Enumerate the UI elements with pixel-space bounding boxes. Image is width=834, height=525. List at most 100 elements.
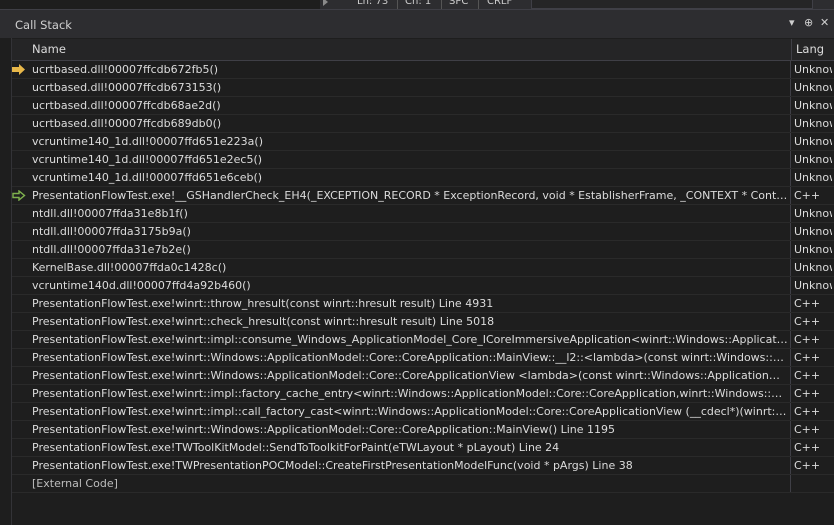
frame-name: PresentationFlowTest.exe!TWPresentationP… xyxy=(32,459,633,472)
row-gutter xyxy=(12,421,30,438)
scroll-right-icon[interactable] xyxy=(323,0,328,6)
frame-language: C++ xyxy=(794,423,821,436)
row-gutter xyxy=(12,205,30,222)
frame-name: PresentationFlowTest.exe!__GSHandlerChec… xyxy=(32,189,788,202)
return-frame-arrow-icon xyxy=(12,190,26,201)
line-ending-indicator[interactable]: CRLF xyxy=(482,0,517,8)
frame-name: vcruntime140_1d.dll!00007ffd651e223a() xyxy=(32,135,263,148)
frame-language: C++ xyxy=(794,297,821,310)
frame-name: ntdll.dll!00007ffda3175b9a() xyxy=(32,225,191,238)
cell-divider xyxy=(790,331,791,348)
row-gutter xyxy=(12,313,30,330)
row-gutter xyxy=(12,439,30,456)
call-stack-row[interactable]: ucrtbased.dll!00007ffcdb689db0() Unknown xyxy=(12,115,834,133)
line-indicator[interactable]: Ln: 73 xyxy=(352,0,393,8)
frame-name: PresentationFlowTest.exe!winrt::check_hr… xyxy=(32,315,495,328)
frame-name: ntdll.dll!00007ffda31e7b2e() xyxy=(32,243,191,256)
status-separator xyxy=(441,0,442,9)
call-stack-row[interactable]: vcruntime140_1d.dll!00007ffd651e223a() Un… xyxy=(12,133,834,151)
call-stack-row[interactable]: PresentationFlowTest.exe!winrt::impl::ca… xyxy=(12,403,834,421)
status-bar-spacer xyxy=(0,0,320,9)
call-stack-row[interactable]: KernelBase.dll!00007ffda0c1428c() Unknown xyxy=(12,259,834,277)
call-stack-row[interactable]: vcruntime140d.dll!00007ffd4a92b460() Unkn… xyxy=(12,277,834,295)
frame-language: Unknown xyxy=(794,117,832,130)
frame-language: C++ xyxy=(794,351,821,364)
frame-name: PresentationFlowTest.exe!winrt::Windows:… xyxy=(32,423,616,436)
call-stack-row[interactable]: ntdll.dll!00007ffda31e8b1f() Unknown xyxy=(12,205,834,223)
cell-divider xyxy=(790,367,791,384)
row-gutter xyxy=(12,187,30,204)
frame-language: C++ xyxy=(794,333,821,346)
call-stack-row[interactable]: ucrtbased.dll!00007ffcdb673153() Unknown xyxy=(12,79,834,97)
cell-divider xyxy=(790,457,791,474)
cell-divider xyxy=(790,205,791,222)
row-gutter xyxy=(12,367,30,384)
frame-name: PresentationFlowTest.exe!winrt::throw_hr… xyxy=(32,297,494,310)
frame-name: ucrtbased.dll!00007ffcdb672fb5() xyxy=(32,63,219,76)
cell-divider xyxy=(790,169,791,186)
frame-name: ucrtbased.dll!00007ffcdb673153() xyxy=(32,81,222,94)
call-stack-row[interactable]: ucrtbased.dll!00007ffcdb672fb5() Unknown xyxy=(12,61,834,79)
row-gutter xyxy=(12,97,30,114)
whitespace-indicator[interactable]: SPC xyxy=(444,0,473,8)
frame-name: PresentationFlowTest.exe!winrt::impl::ca… xyxy=(32,405,788,418)
frame-name: KernelBase.dll!00007ffda0c1428c() xyxy=(32,261,227,274)
frame-language: Unknown xyxy=(794,225,832,238)
row-gutter xyxy=(12,169,30,186)
call-stack-row[interactable]: ucrtbased.dll!00007ffcdb68ae2d() Unknown xyxy=(12,97,834,115)
call-stack-row[interactable]: PresentationFlowTest.exe!winrt::Windows:… xyxy=(12,367,834,385)
row-gutter xyxy=(12,475,30,492)
call-stack-row[interactable]: PresentationFlowTest.exe!TWToolKitModel:… xyxy=(12,439,834,457)
call-stack-row[interactable]: PresentationFlowTest.exe!TWPresentationP… xyxy=(12,457,834,475)
call-stack-row[interactable]: PresentationFlowTest.exe!winrt::impl::co… xyxy=(12,331,834,349)
column-indicator[interactable]: Ch: 1 xyxy=(400,0,436,8)
cell-divider xyxy=(790,187,791,204)
call-stack-row[interactable]: PresentationFlowTest.exe!winrt::check_hr… xyxy=(12,313,834,331)
call-stack-row[interactable]: PresentationFlowTest.exe!winrt::impl::fa… xyxy=(12,385,834,403)
frame-name: PresentationFlowTest.exe!winrt::impl::fa… xyxy=(32,387,788,400)
frame-language: C++ xyxy=(794,387,821,400)
close-icon[interactable]: ✕ xyxy=(820,16,829,29)
cell-divider xyxy=(790,97,791,114)
call-stack-row[interactable]: PresentationFlowTest.exe!winrt::Windows:… xyxy=(12,421,834,439)
frame-name: PresentationFlowTest.exe!winrt::Windows:… xyxy=(32,351,788,364)
cell-divider xyxy=(790,115,791,132)
name-column-header[interactable]: Name xyxy=(32,42,66,56)
call-stack-row[interactable]: ntdll.dll!00007ffda3175b9a() Unknown xyxy=(12,223,834,241)
frame-language: C++ xyxy=(794,189,821,202)
frame-language: Unknown xyxy=(794,243,832,256)
frame-name: ntdll.dll!00007ffda31e8b1f() xyxy=(32,207,188,220)
call-stack-row[interactable]: PresentationFlowTest.exe!winrt::Windows:… xyxy=(12,349,834,367)
status-search-box[interactable] xyxy=(531,0,813,9)
cell-divider xyxy=(790,61,791,78)
call-stack-row[interactable]: PresentationFlowTest.exe!winrt::throw_hr… xyxy=(12,295,834,313)
panel-title: Call Stack xyxy=(15,18,72,32)
status-separator xyxy=(397,0,398,9)
call-stack-row[interactable]: PresentationFlowTest.exe!__GSHandlerChec… xyxy=(12,187,834,205)
status-bar: Ln: 73 Ch: 1 SPC CRLF xyxy=(0,0,834,9)
call-stack-row[interactable]: vcruntime140_1d.dll!00007ffd651e6ceb() Un… xyxy=(12,169,834,187)
frame-language: Unknown xyxy=(794,171,832,184)
column-header: Name Lang xyxy=(12,39,834,61)
column-divider[interactable] xyxy=(791,39,792,60)
pin-icon[interactable]: ⊕ xyxy=(804,16,813,29)
dropdown-icon[interactable]: ▾ xyxy=(789,16,795,29)
call-stack-row[interactable]: [External Code] xyxy=(12,475,834,493)
row-gutter xyxy=(12,277,30,294)
row-gutter xyxy=(12,259,30,276)
frame-language: Unknown xyxy=(794,135,832,148)
cell-divider xyxy=(790,223,791,240)
cell-divider xyxy=(790,151,791,168)
frame-name: PresentationFlowTest.exe!TWToolKitModel:… xyxy=(32,441,560,454)
row-gutter xyxy=(12,349,30,366)
row-gutter xyxy=(12,241,30,258)
call-stack-row[interactable]: ntdll.dll!00007ffda31e7b2e() Unknown xyxy=(12,241,834,259)
call-stack-panel: Call Stack ▾ ⊕ ✕ Name Lang ucrtbased.dll… xyxy=(0,9,834,525)
row-gutter xyxy=(12,133,30,150)
cell-divider xyxy=(790,79,791,96)
frame-language: C++ xyxy=(794,441,821,454)
language-column-header[interactable]: Lang xyxy=(796,42,824,56)
call-stack-row[interactable]: vcruntime140_1d.dll!00007ffd651e2ec5() Un… xyxy=(12,151,834,169)
cell-divider xyxy=(790,403,791,420)
frame-language: Unknown xyxy=(794,153,832,166)
